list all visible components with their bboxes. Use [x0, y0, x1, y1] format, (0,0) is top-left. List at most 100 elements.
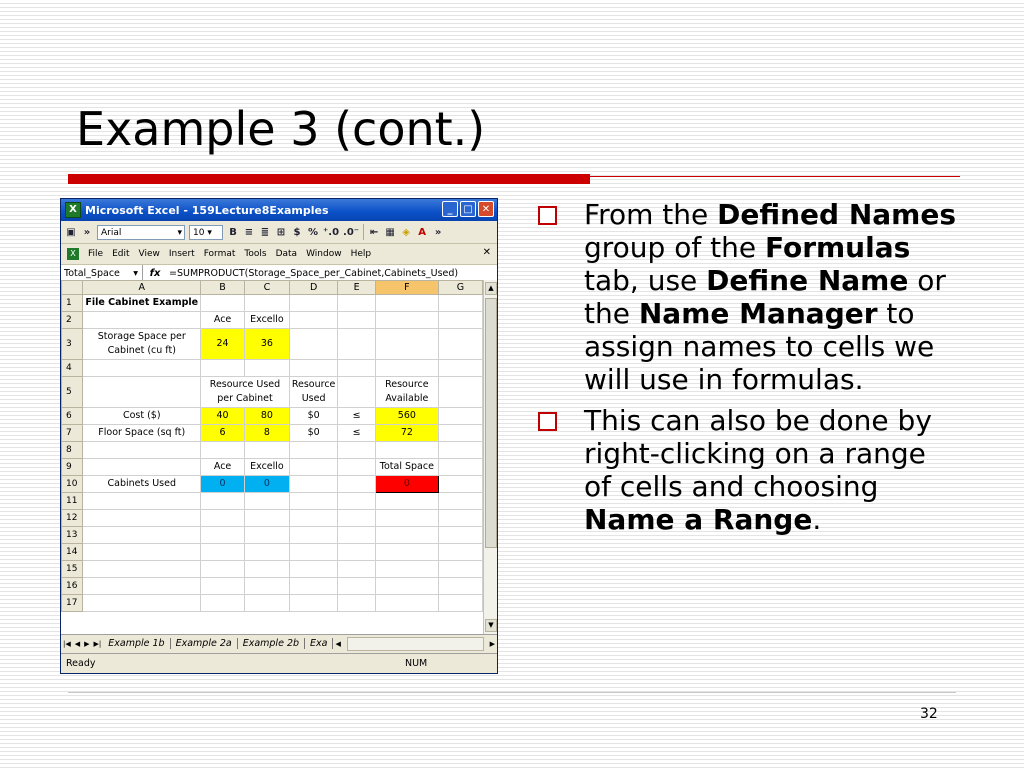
menu-edit[interactable]: Edit: [112, 249, 129, 259]
close-workbook-icon[interactable]: ✕: [483, 247, 491, 258]
cell[interactable]: ≤: [337, 407, 376, 425]
cell[interactable]: 40: [200, 407, 246, 425]
menu-tools[interactable]: Tools: [244, 249, 266, 259]
cell[interactable]: [244, 577, 290, 595]
cell[interactable]: [82, 311, 202, 329]
cell[interactable]: [244, 492, 290, 510]
cell[interactable]: 8: [244, 424, 290, 442]
cell[interactable]: [288, 509, 339, 527]
column-header-d[interactable]: D: [288, 280, 339, 295]
cell[interactable]: [437, 577, 483, 595]
cell-grid[interactable]: A B C D E F G 1 File Cabinet Example 2 Ace Excello 3…: [61, 280, 483, 612]
cell[interactable]: Floor Space (sq ft): [82, 424, 202, 442]
cell[interactable]: [374, 311, 439, 329]
cell[interactable]: [437, 424, 483, 442]
cell[interactable]: [200, 577, 246, 595]
last-sheet-icon[interactable]: ▶|: [92, 640, 104, 648]
row-header[interactable]: 3: [61, 328, 84, 360]
row-header[interactable]: 15: [61, 560, 84, 578]
font-color-icon[interactable]: A: [416, 227, 428, 238]
cell[interactable]: [288, 359, 339, 377]
cell[interactable]: [437, 294, 483, 312]
cell[interactable]: [82, 560, 202, 578]
menu-view[interactable]: View: [139, 249, 160, 259]
cell[interactable]: [337, 509, 376, 527]
cell[interactable]: [288, 475, 339, 493]
cell[interactable]: [374, 526, 439, 544]
cell[interactable]: [244, 359, 290, 377]
cell[interactable]: Excello: [244, 311, 290, 329]
cell[interactable]: [288, 492, 339, 510]
cell[interactable]: [200, 294, 246, 312]
font-size-select[interactable]: 10 ▾: [189, 224, 223, 240]
row-header[interactable]: 7: [61, 424, 84, 442]
percent-button[interactable]: %: [307, 227, 319, 238]
cell[interactable]: [437, 543, 483, 561]
indent-icon[interactable]: ⇤: [368, 227, 380, 238]
merge-center-icon[interactable]: ⊞: [275, 227, 287, 238]
cell[interactable]: Storage Space per Cabinet (cu ft): [82, 328, 202, 360]
cell[interactable]: 80: [244, 407, 290, 425]
scroll-down-icon[interactable]: ▼: [485, 619, 497, 632]
cell[interactable]: Excello: [244, 458, 290, 476]
cell[interactable]: [374, 543, 439, 561]
cell[interactable]: [288, 328, 339, 360]
cell[interactable]: [244, 441, 290, 459]
fill-color-icon[interactable]: ◈: [400, 227, 412, 238]
worksheet-grid[interactable]: A B C D E F G 1 File Cabinet Example 2 Ace Excello 3…: [61, 280, 483, 634]
cell[interactable]: [337, 376, 376, 408]
cell[interactable]: [337, 441, 376, 459]
cell[interactable]: [200, 359, 246, 377]
cell[interactable]: [337, 594, 376, 612]
cell[interactable]: 560: [374, 407, 439, 425]
cell[interactable]: [82, 577, 202, 595]
sheet-tab-partial[interactable]: Exa: [305, 638, 334, 649]
next-sheet-icon[interactable]: ▶: [82, 640, 91, 648]
row-header[interactable]: 6: [61, 407, 84, 425]
column-header-e[interactable]: E: [337, 280, 376, 295]
row-header[interactable]: 9: [61, 458, 84, 476]
cell[interactable]: [374, 328, 439, 360]
minimize-icon[interactable]: _: [442, 201, 458, 217]
cell[interactable]: [288, 543, 339, 561]
row-header[interactable]: 11: [61, 492, 84, 510]
first-sheet-icon[interactable]: |◀: [61, 640, 73, 648]
cell[interactable]: [200, 492, 246, 510]
cell[interactable]: [82, 492, 202, 510]
select-all-corner[interactable]: [61, 280, 84, 295]
cell[interactable]: 0: [374, 475, 439, 493]
cell[interactable]: [288, 294, 339, 312]
cell[interactable]: [82, 543, 202, 561]
row-header[interactable]: 14: [61, 543, 84, 561]
row-header[interactable]: 10: [61, 475, 84, 493]
horizontal-scrollbar[interactable]: [346, 636, 484, 651]
cell[interactable]: [288, 441, 339, 459]
row-header[interactable]: 5: [61, 376, 84, 408]
cell[interactable]: [337, 359, 376, 377]
decrease-decimal-button[interactable]: .0⁻: [343, 227, 359, 238]
align-left-icon[interactable]: ≡: [243, 227, 255, 238]
cell[interactable]: $0: [288, 407, 339, 425]
menu-insert[interactable]: Insert: [169, 249, 195, 259]
column-header-b[interactable]: B: [200, 280, 246, 295]
cell[interactable]: [244, 526, 290, 544]
cell[interactable]: [288, 311, 339, 329]
row-header[interactable]: 4: [61, 359, 84, 377]
cell[interactable]: Total Space: [374, 458, 439, 476]
cell[interactable]: [374, 441, 439, 459]
borders-icon[interactable]: ▦: [384, 227, 396, 238]
cell[interactable]: [337, 543, 376, 561]
cell[interactable]: [374, 577, 439, 595]
insert-function-icon[interactable]: fx: [143, 268, 167, 279]
cell[interactable]: [82, 509, 202, 527]
cell[interactable]: [337, 311, 376, 329]
sheet-tab-example-2a[interactable]: Example 2a: [171, 638, 238, 649]
cell[interactable]: [337, 526, 376, 544]
excel-titlebar[interactable]: X Microsoft Excel - 159Lecture8Examples …: [61, 199, 497, 221]
cell[interactable]: [437, 359, 483, 377]
cell[interactable]: [437, 376, 483, 408]
cell[interactable]: [288, 577, 339, 595]
cell[interactable]: [437, 492, 483, 510]
align-center-icon[interactable]: ≣: [259, 227, 271, 238]
maximize-icon[interactable]: □: [460, 201, 476, 217]
